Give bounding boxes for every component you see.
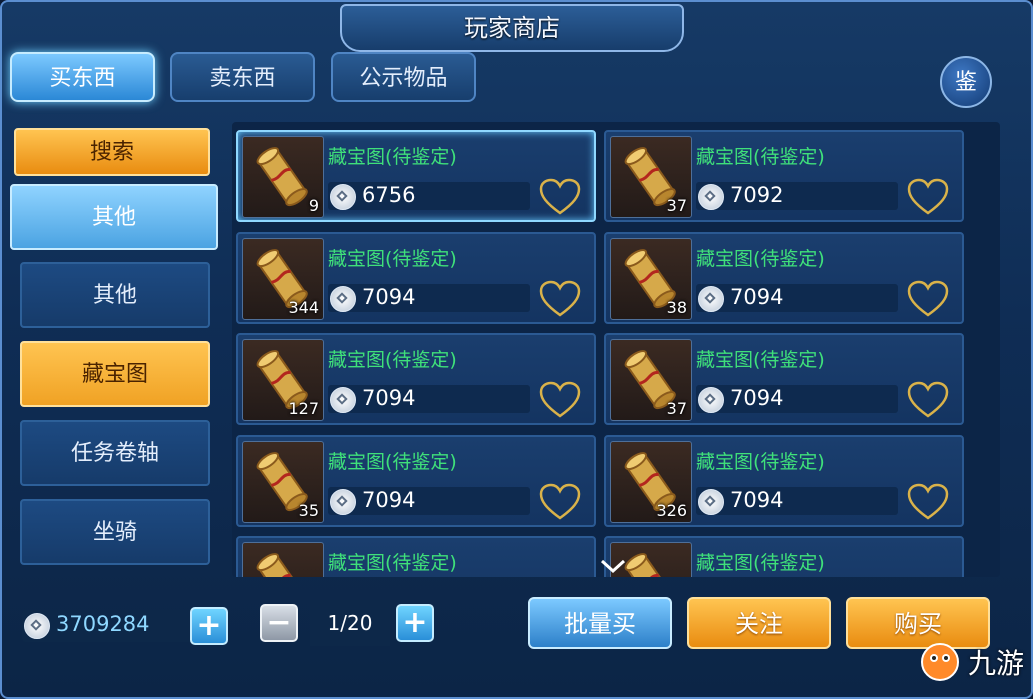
treasure-map-scroll-icon xyxy=(242,542,324,577)
listing-card[interactable]: 藏宝图(待鉴定) xyxy=(236,536,596,577)
listing-name: 藏宝图(待鉴定) xyxy=(328,552,457,574)
listing-name: 藏宝图(待鉴定) xyxy=(696,450,825,473)
heart-outline-icon[interactable] xyxy=(906,178,950,216)
search-button[interactable]: 搜索 xyxy=(14,128,210,176)
listing-name: 藏宝图(待鉴定) xyxy=(696,247,825,270)
silver-coin-icon xyxy=(24,613,50,639)
heart-outline-icon[interactable] xyxy=(538,483,582,521)
silver-coin-icon xyxy=(698,184,724,210)
window-title: 玩家商店 xyxy=(340,4,684,52)
silver-coin-icon xyxy=(698,387,724,413)
listing-price-bar: 7094 xyxy=(328,486,530,515)
silver-coin-icon xyxy=(330,184,356,210)
tab-buy[interactable]: 买东西 xyxy=(10,52,155,102)
listing-name: 藏宝图(待鉴定) xyxy=(696,349,825,371)
listing-card[interactable]: 127 藏宝图(待鉴定) 7094 xyxy=(236,333,596,425)
treasure-map-scroll-icon: 35 xyxy=(242,440,324,523)
heart-outline-icon[interactable] xyxy=(538,178,582,216)
listing-price-bar: 7094 xyxy=(328,283,530,312)
sidebar-item-quest-scroll[interactable]: 任务卷轴 xyxy=(20,420,210,486)
category-sidebar: 搜索 其他 其他 藏宝图 任务卷轴 坐骑 xyxy=(8,120,226,575)
listing-price-bar: 7094 xyxy=(696,283,898,312)
listing-price-bar: 7094 xyxy=(696,385,898,413)
listing-card[interactable]: 326 藏宝图(待鉴定) 7094 xyxy=(604,434,964,527)
listing-card[interactable]: 9 藏宝图(待鉴定) 6756 xyxy=(236,130,596,222)
bulk-buy-button[interactable]: 批量买 xyxy=(528,597,672,649)
listing-quantity: 37 xyxy=(666,196,687,215)
tab-sell[interactable]: 卖东西 xyxy=(170,52,315,102)
watermark-text: 九游 xyxy=(968,647,1025,680)
listing-name: 藏宝图(待鉴定) xyxy=(328,247,457,270)
listing-price: 7094 xyxy=(362,487,416,512)
next-page-button[interactable]: + xyxy=(396,604,434,642)
mascot-icon xyxy=(921,643,959,681)
listing-price-bar: 7094 xyxy=(696,486,898,515)
silver-coin-icon xyxy=(698,488,724,515)
listing-card[interactable]: 35 藏宝图(待鉴定) 7094 xyxy=(236,434,596,527)
silver-coin-icon xyxy=(698,285,724,312)
tab-public-items[interactable]: 公示物品 xyxy=(331,52,476,102)
page-indicator: 1/20 xyxy=(310,600,390,646)
heart-outline-icon[interactable] xyxy=(906,280,950,318)
prev-page-button[interactable]: − xyxy=(260,604,298,642)
listing-price: 7094 xyxy=(362,386,416,410)
listing-quantity: 38 xyxy=(666,297,687,317)
listing-card[interactable]: 37 藏宝图(待鉴定) 7094 xyxy=(604,333,964,425)
heart-outline-icon[interactable] xyxy=(538,280,582,318)
sidebar-item-other[interactable]: 其他 xyxy=(20,262,210,328)
category-parent-other[interactable]: 其他 xyxy=(10,184,218,250)
currency-balance: 3709284 xyxy=(22,610,192,642)
listing-name: 藏宝图(待鉴定) xyxy=(696,552,825,574)
listing-card[interactable]: 37 藏宝图(待鉴定) 7092 xyxy=(604,130,964,222)
silver-coin-icon xyxy=(330,285,356,312)
silver-coin-icon xyxy=(330,488,356,515)
heart-outline-icon[interactable] xyxy=(906,381,950,419)
listing-price: 7094 xyxy=(730,284,784,309)
listing-quantity: 9 xyxy=(308,196,319,215)
listing-price: 6756 xyxy=(362,183,416,207)
add-currency-button[interactable]: + xyxy=(190,607,228,645)
watermark-logo: 九游 xyxy=(916,634,1026,686)
sidebar-item-treasure-map[interactable]: 藏宝图 xyxy=(20,341,210,407)
listing-name: 藏宝图(待鉴定) xyxy=(696,146,825,168)
treasure-map-scroll-icon: 344 xyxy=(242,237,324,320)
treasure-map-scroll-icon: 37 xyxy=(610,136,692,218)
listing-price-bar: 6756 xyxy=(328,182,530,210)
treasure-map-scroll-icon: 37 xyxy=(610,339,692,421)
chevron-down-icon[interactable] xyxy=(598,556,628,576)
listing-card[interactable]: 38 藏宝图(待鉴定) 7094 xyxy=(604,231,964,324)
listing-grid: 9 藏宝图(待鉴定) 6756 37 藏宝图(待鉴定) 7092 344 藏宝图(待鉴定) 70… xyxy=(232,122,1000,577)
listing-quantity: 127 xyxy=(288,399,319,418)
listing-name: 藏宝图(待鉴定) xyxy=(328,146,457,168)
follow-button[interactable]: 关注 xyxy=(687,597,831,649)
listing-price: 7094 xyxy=(730,487,784,512)
listing-quantity: 35 xyxy=(298,500,319,520)
listing-price: 7094 xyxy=(730,386,784,410)
treasure-map-scroll-icon: 127 xyxy=(242,339,324,421)
heart-outline-icon[interactable] xyxy=(906,483,950,521)
listing-price: 7092 xyxy=(730,183,784,207)
listing-quantity: 326 xyxy=(656,500,687,520)
treasure-map-scroll-icon: 38 xyxy=(610,237,692,320)
silver-coin-icon xyxy=(330,387,356,413)
listing-quantity: 37 xyxy=(666,399,687,418)
treasure-map-scroll-icon: 9 xyxy=(242,136,324,218)
listing-price-bar: 7092 xyxy=(696,182,898,210)
listing-quantity: 344 xyxy=(288,297,319,317)
listing-name: 藏宝图(待鉴定) xyxy=(328,349,457,371)
listing-price-bar: 7094 xyxy=(328,385,530,413)
treasure-map-scroll-icon: 326 xyxy=(610,440,692,523)
listing-price: 7094 xyxy=(362,284,416,309)
listing-card[interactable]: 藏宝图(待鉴定) xyxy=(604,536,964,577)
heart-outline-icon[interactable] xyxy=(538,381,582,419)
listing-name: 藏宝图(待鉴定) xyxy=(328,450,457,473)
listing-card[interactable]: 344 藏宝图(待鉴定) 7094 xyxy=(236,231,596,324)
appraise-button[interactable]: 鉴 xyxy=(940,56,992,108)
sidebar-item-mount[interactable]: 坐骑 xyxy=(20,499,210,565)
currency-balance-value: 3709284 xyxy=(56,612,150,636)
